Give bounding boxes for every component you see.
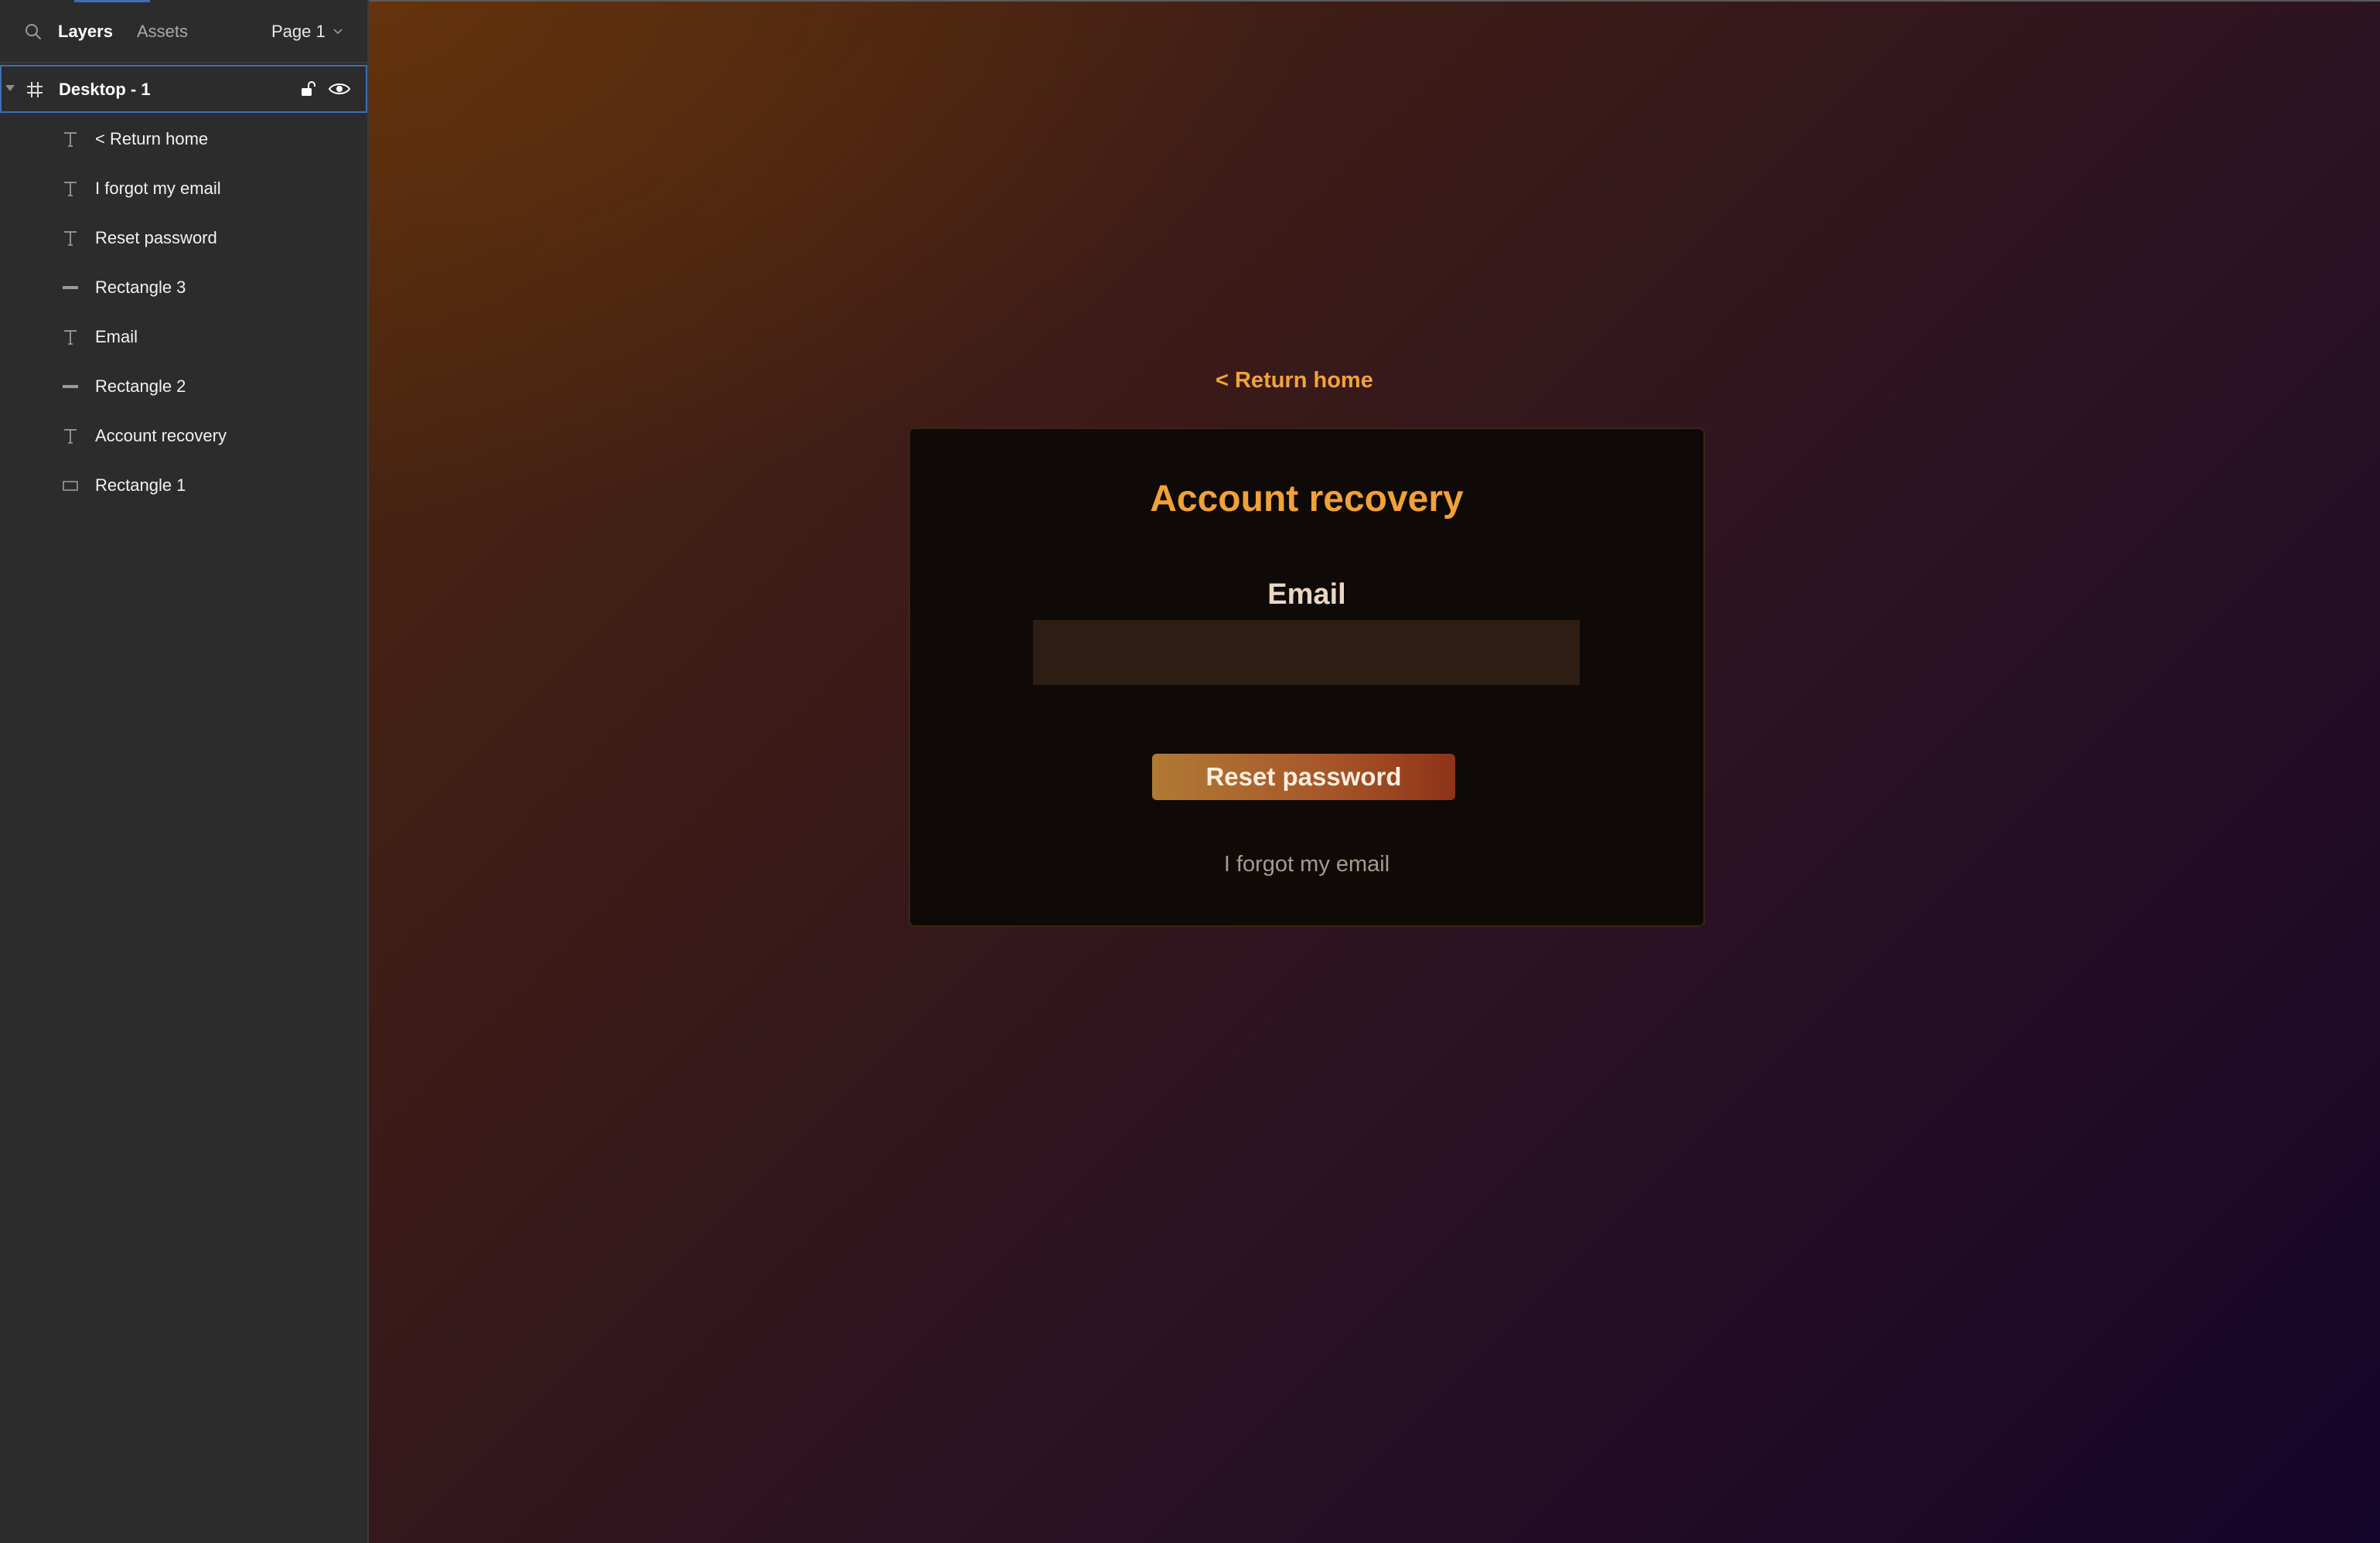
- frame-label: Desktop - 1: [59, 80, 151, 99]
- layers-panel: Layers Assets Page 1 Desktop - 1 < Retur…: [0, 0, 369, 1543]
- panel-header: Layers Assets Page 1: [0, 0, 367, 63]
- text-icon: [61, 130, 80, 148]
- design-canvas[interactable]: < Return home Account recovery Email Res…: [369, 0, 2380, 1543]
- frame-hash-icon: [27, 82, 43, 97]
- account-recovery-card: Account recovery Email Reset password I …: [909, 427, 1705, 927]
- layer-label: < Return home: [95, 129, 209, 148]
- search-icon[interactable]: [23, 22, 43, 42]
- text-icon: [61, 328, 80, 346]
- layer-row[interactable]: Email: [0, 312, 367, 362]
- return-home-link[interactable]: < Return home: [1216, 365, 1373, 396]
- layer-row[interactable]: < Return home: [0, 114, 367, 164]
- line-icon: [61, 377, 80, 396]
- eye-icon[interactable]: [328, 79, 351, 99]
- page-selector-value: Page 1: [271, 22, 326, 41]
- expand-caret-icon[interactable]: [5, 85, 15, 91]
- text-icon: [61, 427, 80, 445]
- canvas-top-border: [369, 0, 2380, 2]
- email-input[interactable]: [1033, 620, 1580, 685]
- text-icon: [61, 179, 80, 198]
- forgot-email-link[interactable]: I forgot my email: [910, 849, 1703, 880]
- tab-layers[interactable]: Layers: [58, 20, 113, 43]
- figma-editor: Layers Assets Page 1 Desktop - 1 < Retur…: [0, 0, 2380, 1543]
- layer-row[interactable]: I forgot my email: [0, 164, 367, 213]
- email-label: Email: [1267, 578, 1346, 611]
- line-icon: [61, 278, 80, 297]
- card-title: Account recovery: [1150, 479, 1464, 519]
- rectangle-icon: [61, 476, 80, 495]
- text-icon: [61, 229, 80, 247]
- layer-row-desktop-frame[interactable]: Desktop - 1: [0, 65, 367, 113]
- layer-label: I forgot my email: [95, 179, 221, 198]
- layer-list: < Return home I forgot my email Reset pa…: [0, 114, 367, 510]
- layer-row[interactable]: Rectangle 3: [0, 263, 367, 312]
- layer-label: Rectangle 3: [95, 278, 186, 297]
- chevron-down-icon: [333, 29, 343, 35]
- layer-label: Rectangle 2: [95, 376, 186, 396]
- layer-row[interactable]: Rectangle 1: [0, 461, 367, 510]
- page-selector[interactable]: Page 1: [271, 20, 343, 43]
- tab-assets[interactable]: Assets: [137, 20, 188, 43]
- layer-label: Email: [95, 327, 138, 346]
- reset-password-button[interactable]: Reset password: [1152, 754, 1455, 800]
- layer-row[interactable]: Account recovery: [0, 411, 367, 461]
- unlock-icon[interactable]: [298, 79, 319, 99]
- layer-row[interactable]: Rectangle 2: [0, 362, 367, 411]
- layer-label: Rectangle 1: [95, 475, 186, 495]
- layer-row[interactable]: Reset password: [0, 213, 367, 263]
- layer-label: Account recovery: [95, 426, 227, 445]
- layer-label: Reset password: [95, 228, 217, 247]
